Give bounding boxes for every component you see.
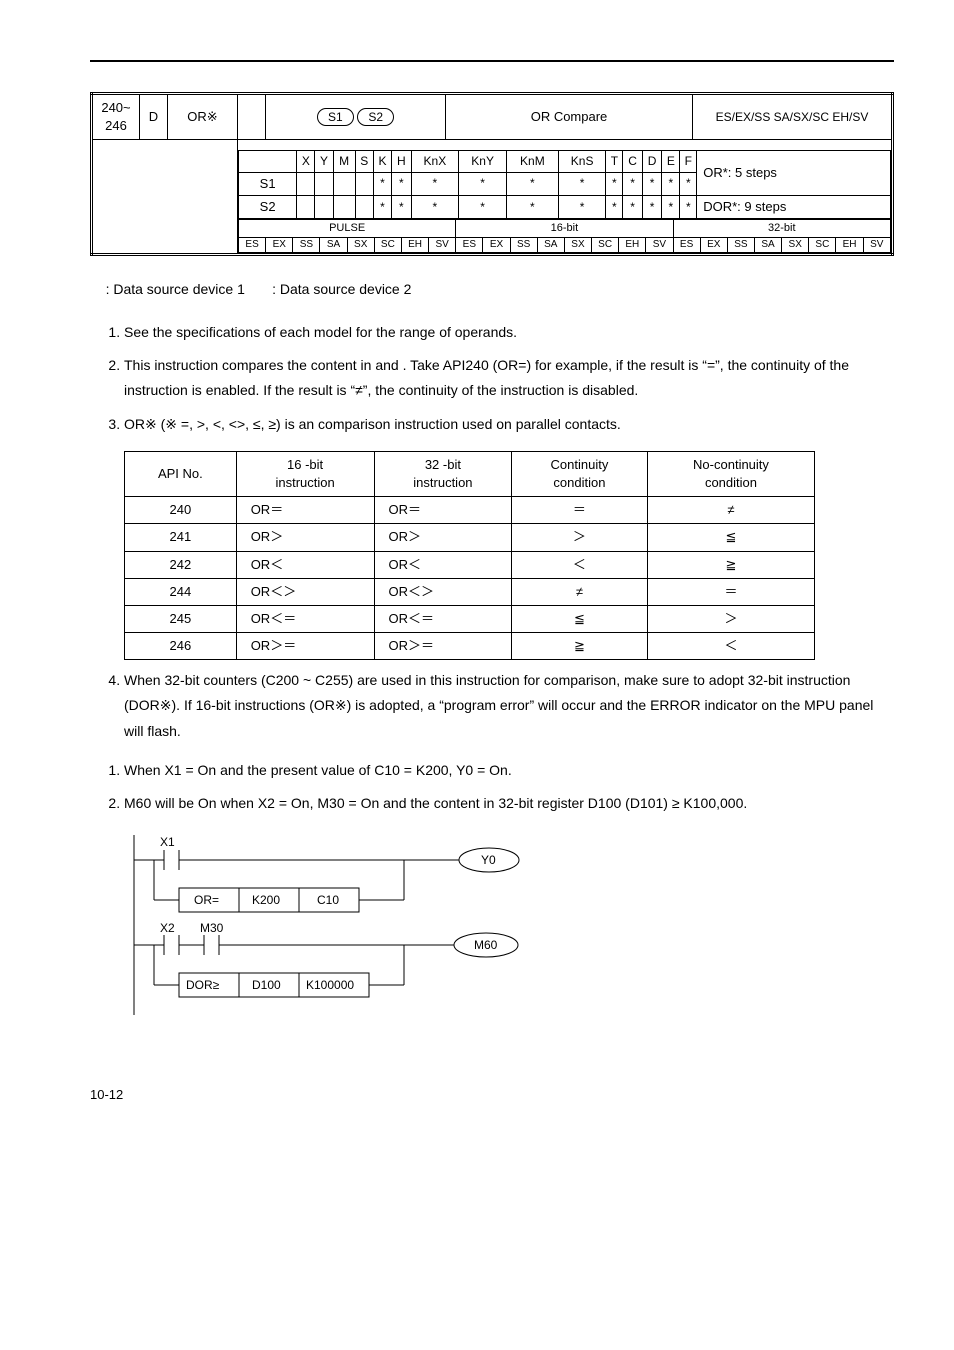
prog-1: When X1 = On and the present value of C1… (124, 758, 894, 783)
ladder-m60: M60 (474, 938, 498, 952)
ladder-dorge: DOR≥ (186, 978, 220, 992)
s2-oval: S2 (357, 108, 394, 126)
function-cell: OR Compare (446, 94, 693, 140)
expl-3: OR※ (※ =, >, <, <>, ≤, ≥) is an comparis… (124, 412, 894, 437)
d-flag: D (140, 94, 168, 140)
program-example-section: When X1 = On and the present value of C1… (90, 758, 894, 1026)
table-row: 246OR＞＝OR＞＝≧＜ (125, 633, 815, 660)
steps-b: DOR*: 9 steps (697, 195, 891, 218)
table-row: 242OR＜OR＜＜≧ (125, 551, 815, 578)
ladder-x1: X1 (160, 835, 175, 849)
expl-4: When 32-bit counters (C200 ~ C255) are u… (124, 668, 894, 744)
controllers-cell: ES/EX/SS SA/SX/SC EH/SV (693, 94, 893, 140)
ladder-x2: X2 (160, 921, 175, 935)
page-footer: 10-12 (90, 1086, 894, 1104)
table-row: 240OR＝OR＝＝≠ (125, 497, 815, 524)
prog-2: M60 will be On when X2 = On, M30 = On an… (124, 791, 894, 816)
explanations-section: See the specifications of each model for… (90, 320, 894, 744)
table-row: 241OR＞OR＞＞≦ (125, 524, 815, 551)
s1-oval: S1 (317, 108, 354, 126)
operand-grid: XYMS KHKnXKnY KnMKnSTC DEF OR*: 5 steps … (238, 150, 891, 219)
api-range: 240~ 246 (92, 94, 140, 140)
pulse-table: PULSE 16-bit 32-bit ESEXSSSA SXSCEHSV ES… (238, 219, 891, 253)
mnemonic: OR※ (168, 94, 238, 140)
table-row: 244OR＜＞OR＜＞≠＝ (125, 578, 815, 605)
operands-desc: : Data source device 1 : Data source dev… (90, 280, 894, 300)
ladder-d100: D100 (252, 978, 281, 992)
ladder-m30: M30 (200, 921, 224, 935)
instruction-header-table: 240~ 246 D OR※ S1 S2 OR Compare ES/EX/SS… (90, 92, 894, 256)
ladder-oreq: OR= (194, 893, 219, 907)
expl-2: This instruction compares the content in… (124, 353, 894, 403)
ladder-k100000: K100000 (306, 978, 354, 992)
table-row: 245OR＜＝OR＜＝≦＞ (125, 605, 815, 632)
steps-a: OR*: 5 steps (697, 150, 891, 195)
top-rule (90, 60, 894, 62)
expl-1: See the specifications of each model for… (124, 320, 894, 345)
s1-row-label: S1 (239, 172, 297, 195)
ladder-diagram: X1 Y0 OR= K200 C10 X2 M30 M60 DOR≥ D100 … (124, 830, 894, 1026)
ladder-c10: C10 (317, 893, 339, 907)
ladder-y0: Y0 (481, 853, 496, 867)
api-table: API No. 16 -bit instruction 32 -bit inst… (124, 451, 815, 661)
ladder-k200: K200 (252, 893, 280, 907)
s2-row-label: S2 (239, 195, 297, 218)
